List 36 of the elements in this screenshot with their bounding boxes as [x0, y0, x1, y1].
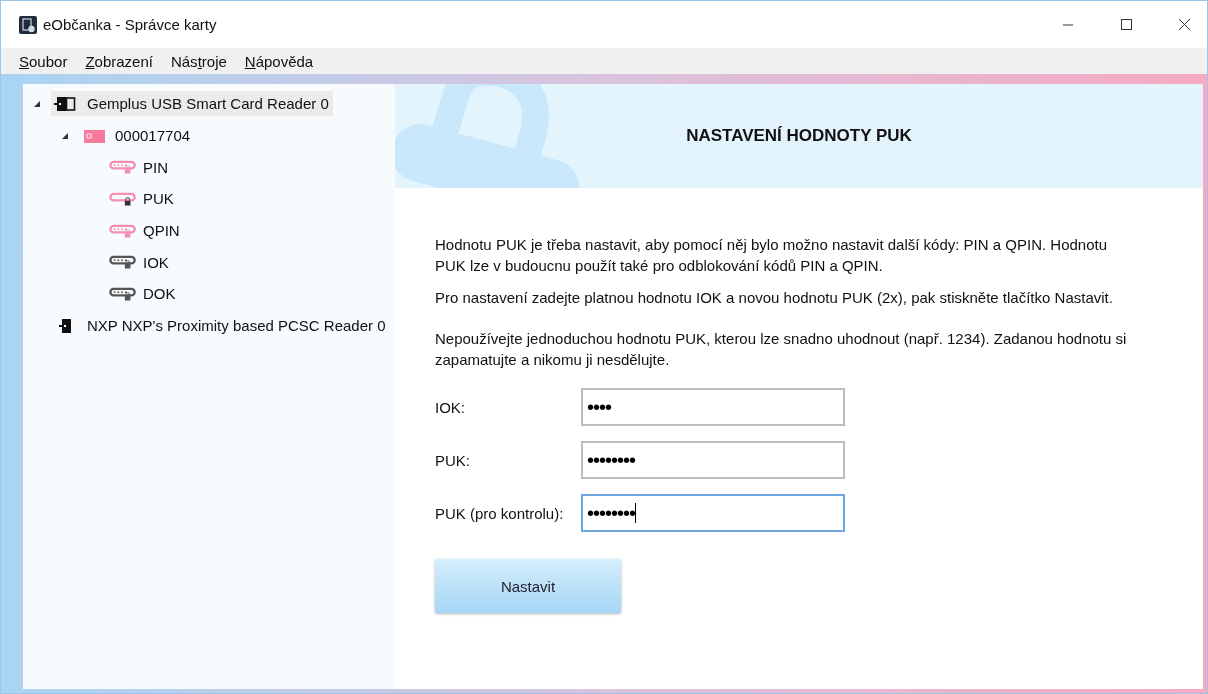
- menu-item[interactable]: Nástroje: [160, 50, 237, 72]
- tree-label: IOK: [143, 253, 169, 271]
- tree-label: PUK: [143, 190, 174, 208]
- tree-item[interactable]: Gemplus USB Smart Card Reader 0: [51, 91, 333, 117]
- field-label: PUK:: [435, 451, 471, 469]
- field-label: IOK:: [435, 398, 466, 416]
- tree-label: DOK: [143, 285, 176, 303]
- tree-label: QPIN: [143, 222, 180, 240]
- tree-item[interactable]: IOK: [107, 249, 173, 275]
- password-field[interactable]: ••••••••: [581, 494, 845, 532]
- tree-label: NXP NXP's Proximity based PCSC Reader 0: [87, 317, 386, 335]
- password-field[interactable]: ••••: [581, 388, 845, 426]
- tree-item[interactable]: QPIN: [107, 218, 184, 244]
- instruction-text: Hodnotu PUK je třeba nastavit, aby pomocí něj bylo možno nastavit další kódy: PIN a QPIN. Hodnotu PUK lze v budoucnu použít také pro odblokování kódů PIN a QPIN.: [435, 235, 1109, 276]
- menu-item[interactable]: Soubor: [9, 50, 78, 72]
- window-title: eObčanka - Správce karty: [43, 16, 218, 33]
- tree-item[interactable]: PUK: [107, 186, 178, 212]
- password-field[interactable]: ••••••••: [581, 441, 845, 479]
- menu-item[interactable]: Zobrazení: [75, 50, 163, 72]
- instruction-text: Nepoužívejte jednoduchou hodnotu PUK, kterou lze snadno uhodnout (např. 1234). Zadanou hodnotu si zapamatujte a nikomu ji nesdělujte.: [435, 329, 1128, 370]
- app-icon: [19, 15, 37, 34]
- tree-item[interactable]: PIN: [107, 154, 172, 180]
- tree-item[interactable]: NXP NXP's Proximity based PCSC Reader 0: [51, 313, 390, 339]
- tree-label: Gemplus USB Smart Card Reader 0: [87, 95, 329, 113]
- menu-item[interactable]: Nápověda: [234, 50, 324, 72]
- tree-item[interactable]: DOK: [107, 281, 180, 307]
- tree-item[interactable]: 000017704: [79, 123, 195, 149]
- field-label: PUK (pro kontrolu):: [435, 504, 565, 522]
- card-reader-icon: [59, 317, 71, 334]
- set-button[interactable]: Nastavit: [435, 559, 621, 613]
- instruction-text: Pro nastavení zadejte platnou hodnotu IOK a novou hodnotu PUK (2x), pak stiskněte tlačítko Nastavit.: [435, 288, 1114, 308]
- tree-label: 000017704: [115, 127, 191, 145]
- expander-icon[interactable]: [61, 131, 69, 140]
- expander-icon[interactable]: [33, 99, 41, 108]
- panel-heading: NASTAVENÍ HODNOTY PUK: [686, 126, 912, 146]
- tree-label: PIN: [143, 158, 168, 176]
